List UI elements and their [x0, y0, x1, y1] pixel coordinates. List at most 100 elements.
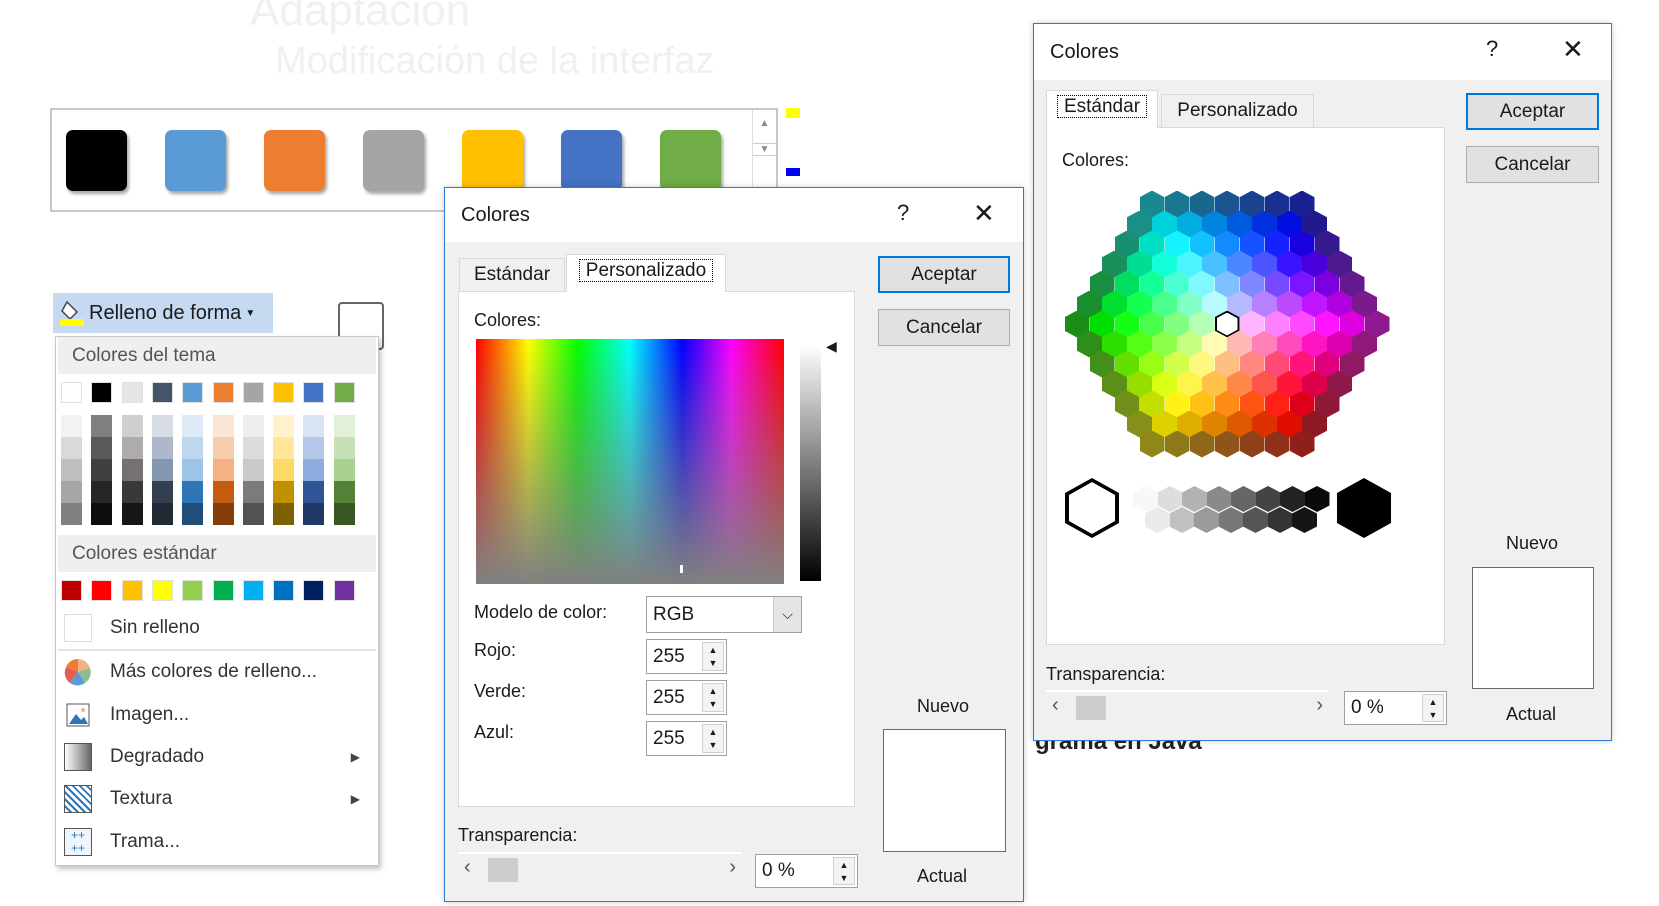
shape-fill-mini-icon[interactable]	[786, 108, 800, 118]
theme-shade-swatch[interactable]	[242, 459, 264, 481]
luminance-slider-arrow[interactable]: ◀	[826, 338, 837, 355]
transparency-slider[interactable]: ‹ ›	[458, 852, 742, 882]
gray-hex-cell[interactable]	[1304, 486, 1330, 512]
cancel-button[interactable]: Cancelar	[1466, 146, 1599, 183]
theme-shade-swatch[interactable]	[121, 481, 143, 503]
gray-hex-cell[interactable]	[1194, 507, 1219, 533]
standard-color-swatch[interactable]	[212, 580, 234, 601]
style-swatch[interactable]	[66, 130, 127, 191]
theme-shade-swatch[interactable]	[242, 481, 264, 503]
transparency-spinner[interactable]: ▲ ▼	[833, 857, 855, 885]
slider-thumb[interactable]	[1076, 696, 1106, 720]
theme-shade-swatch[interactable]	[121, 459, 143, 481]
theme-shade-swatch[interactable]	[61, 437, 82, 459]
theme-shade-swatch[interactable]	[61, 415, 82, 437]
style-swatch[interactable]	[165, 130, 226, 191]
theme-shade-swatch[interactable]	[61, 503, 82, 525]
theme-shade-swatch[interactable]	[91, 459, 113, 481]
theme-shade-swatch[interactable]	[303, 437, 325, 459]
standard-color-swatch[interactable]	[121, 580, 143, 601]
standard-color-swatch[interactable]	[303, 580, 325, 601]
standard-color-swatch[interactable]	[151, 580, 173, 601]
theme-shade-swatch[interactable]	[91, 415, 113, 437]
ok-button[interactable]: Aceptar	[878, 256, 1010, 293]
ok-button[interactable]: Aceptar	[1466, 93, 1599, 130]
theme-shade-swatch[interactable]	[91, 437, 113, 459]
green-input[interactable]: 255 ▲ ▼	[646, 680, 727, 715]
theme-shade-swatch[interactable]	[212, 437, 234, 459]
theme-color-swatch[interactable]	[91, 382, 113, 403]
menu-item-pattern[interactable]: ++ ++ Trama...	[56, 822, 378, 862]
close-button[interactable]: ✕	[973, 188, 995, 238]
standard-color-swatch[interactable]	[61, 580, 82, 601]
gray-hex-cell[interactable]	[1133, 486, 1158, 512]
theme-shade-swatch[interactable]	[61, 481, 82, 503]
theme-shade-swatch[interactable]	[91, 481, 113, 503]
white-hex[interactable]	[1065, 478, 1119, 538]
theme-shade-swatch[interactable]	[273, 437, 295, 459]
theme-shade-swatch[interactable]	[303, 481, 325, 503]
theme-shade-swatch[interactable]	[121, 415, 143, 437]
transparency-slider[interactable]: ‹ ›	[1046, 690, 1329, 720]
spectrum-crosshair[interactable]	[680, 565, 683, 573]
theme-shade-swatch[interactable]	[333, 503, 355, 525]
standard-color-swatch[interactable]	[273, 580, 295, 601]
gray-hex-cell[interactable]	[1243, 507, 1268, 533]
menu-item-no-fill[interactable]: Sin relleno	[56, 608, 378, 648]
shape-fill-button[interactable]: Relleno de forma ▼	[53, 293, 273, 333]
green-spinner[interactable]: ▲ ▼	[702, 683, 724, 712]
black-hex[interactable]	[1337, 478, 1391, 538]
theme-shade-swatch[interactable]	[91, 503, 113, 525]
theme-shade-swatch[interactable]	[273, 481, 295, 503]
help-button[interactable]: ?	[897, 188, 909, 238]
style-swatch[interactable]	[363, 130, 424, 191]
gray-hex-cell[interactable]	[1255, 486, 1281, 512]
theme-shade-swatch[interactable]	[151, 437, 173, 459]
blue-spinner[interactable]: ▲ ▼	[702, 724, 724, 753]
red-spinner[interactable]: ▲ ▼	[702, 642, 724, 671]
theme-color-swatch[interactable]	[121, 382, 143, 403]
tab-custom[interactable]: Personalizado	[566, 254, 726, 292]
theme-shade-swatch[interactable]	[182, 459, 204, 481]
theme-color-swatch[interactable]	[273, 382, 295, 403]
theme-shade-swatch[interactable]	[121, 437, 143, 459]
theme-color-swatch[interactable]	[151, 382, 173, 403]
help-button[interactable]: ?	[1486, 24, 1498, 74]
theme-color-swatch[interactable]	[182, 382, 204, 403]
theme-shade-swatch[interactable]	[151, 503, 173, 525]
theme-shade-swatch[interactable]	[273, 459, 295, 481]
gray-hex-cell[interactable]	[1292, 507, 1317, 533]
theme-shade-swatch[interactable]	[61, 459, 82, 481]
gray-hex-cell[interactable]	[1280, 486, 1305, 512]
theme-shade-swatch[interactable]	[242, 437, 264, 459]
theme-shade-swatch[interactable]	[333, 481, 355, 503]
gray-hex-cell[interactable]	[1206, 486, 1232, 512]
red-input[interactable]: 255 ▲ ▼	[646, 639, 727, 674]
tab-standard[interactable]: Estándar	[459, 258, 565, 292]
theme-shade-swatch[interactable]	[182, 415, 204, 437]
theme-color-swatch[interactable]	[333, 382, 355, 403]
style-swatch[interactable]	[264, 130, 325, 191]
theme-shade-swatch[interactable]	[151, 415, 173, 437]
style-swatch[interactable]	[660, 130, 721, 191]
standard-color-swatch[interactable]	[182, 580, 204, 601]
menu-item-gradient[interactable]: Degradado ▶	[56, 737, 378, 777]
theme-shade-swatch[interactable]	[273, 503, 295, 525]
theme-shade-swatch[interactable]	[303, 503, 325, 525]
close-button[interactable]: ✕	[1562, 24, 1584, 74]
shape-outline-mini-icon[interactable]	[786, 168, 800, 176]
theme-shade-swatch[interactable]	[303, 415, 325, 437]
theme-shade-swatch[interactable]	[151, 481, 173, 503]
style-swatch[interactable]	[561, 130, 622, 191]
standard-color-swatch[interactable]	[91, 580, 113, 601]
theme-shade-swatch[interactable]	[242, 415, 264, 437]
theme-shade-swatch[interactable]	[273, 415, 295, 437]
theme-color-swatch[interactable]	[242, 382, 264, 403]
theme-shade-swatch[interactable]	[212, 503, 234, 525]
theme-shade-swatch[interactable]	[333, 437, 355, 459]
color-spectrum[interactable]	[476, 339, 784, 584]
menu-item-texture[interactable]: Textura ▶	[56, 779, 378, 819]
tab-standard[interactable]: Estándar	[1046, 90, 1158, 128]
transparency-spinner[interactable]: ▲ ▼	[1422, 694, 1444, 722]
theme-shade-swatch[interactable]	[333, 459, 355, 481]
